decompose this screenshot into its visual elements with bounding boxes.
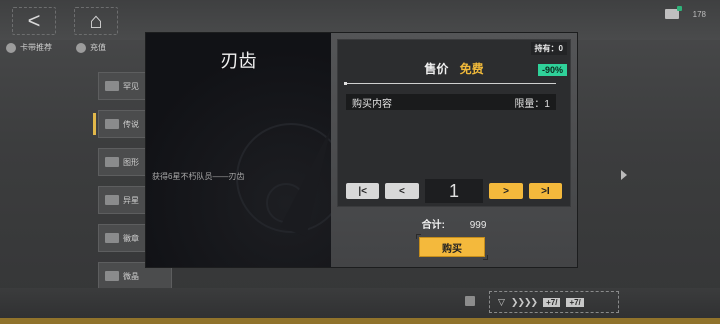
action-chip: +7/ (543, 297, 561, 307)
item-preview: 刃齿 获得6星不朽队员——刃齿 (146, 33, 331, 267)
buy-button[interactable]: 购买 (416, 234, 488, 260)
list-item-label: 传说 (123, 119, 139, 129)
price-label: 售价 (424, 62, 449, 76)
tab-label: 卡带推荐 (20, 43, 52, 52)
crystal-icon (105, 271, 119, 281)
item-description: 获得6星不朽队员——刃齿 (152, 172, 245, 181)
back-arrow-icon: < (27, 8, 41, 33)
list-item-label: 徽章 (123, 233, 139, 243)
yen-icon (76, 42, 86, 53)
card-icon (105, 81, 119, 91)
home-icon: ⌂ (89, 8, 103, 33)
skip-last-icon: >I (541, 185, 550, 197)
divider (344, 82, 556, 85)
chevrons-icon: ❯❯❯❯ (510, 296, 538, 307)
shop-tabs: 卡带推荐 充值 (6, 42, 106, 53)
purchase-dialog: 刃齿 获得6星不朽队员——刃齿 持有：0 -90% 售价 免费 购买内容 限量：… (146, 33, 577, 267)
card-icon (105, 195, 119, 205)
list-item-label: 异星 (123, 195, 139, 205)
next-page-arrow-icon[interactable] (621, 170, 627, 180)
decrease-button[interactable]: < (385, 183, 419, 199)
total-row: 合计: 999 (331, 216, 577, 231)
bottom-accent-line (0, 318, 720, 324)
quantity-stepper: |< < 1 > >I (346, 179, 563, 203)
action-chip: +7/ (566, 297, 584, 307)
currency-display: 178 (664, 6, 706, 19)
tab-recharge[interactable]: 充值 (76, 42, 106, 53)
owned-count: 持有：0 (530, 42, 567, 55)
card-icon (105, 157, 119, 167)
min-quantity-button[interactable]: |< (346, 183, 380, 199)
tab-label: 充值 (90, 43, 106, 52)
increase-button[interactable]: > (489, 183, 523, 199)
content-label: 购买内容 (352, 98, 392, 110)
item-name: 刃齿 (220, 51, 257, 71)
purchase-info-panel: 持有：0 -90% 售价 免费 购买内容 限量：1 |< < 1 > >I (337, 39, 571, 207)
total-value: 999 (469, 220, 487, 231)
purchase-panel: 持有：0 -90% 售价 免费 购买内容 限量：1 |< < 1 > >I 合计… (331, 33, 577, 267)
ticket-icon (664, 6, 682, 19)
back-button[interactable]: < (12, 7, 56, 35)
limit-label: 限量：1 (514, 98, 550, 110)
skill-action-box[interactable]: ▽ ❯❯❯❯ +7/ +7/ (489, 291, 619, 313)
person-icon (6, 42, 16, 53)
list-item-label: 微晶 (123, 271, 139, 281)
chevron-left-icon: < (399, 185, 405, 197)
chevron-right-icon: > (503, 185, 509, 197)
home-button[interactable]: ⌂ (74, 7, 118, 35)
tab-recommend[interactable]: 卡带推荐 (6, 42, 52, 53)
currency-amount: 178 (692, 9, 706, 19)
skip-first-icon: |< (358, 185, 367, 197)
list-item-label: 图形 (123, 157, 139, 167)
quantity-value[interactable]: 1 (424, 179, 484, 203)
price-row: 售价 免费 (338, 60, 570, 77)
list-item-label: 罕见 (123, 81, 139, 91)
help-icon[interactable] (465, 296, 475, 306)
max-quantity-button[interactable]: >I (528, 183, 563, 199)
total-label: 合计: (421, 220, 445, 231)
card-icon (105, 119, 119, 129)
price-value: 免费 (459, 62, 484, 76)
triangle-icon: ▽ (498, 296, 505, 307)
purchase-content-row: 购买内容 限量：1 (346, 94, 556, 110)
warning-icon (105, 233, 119, 243)
